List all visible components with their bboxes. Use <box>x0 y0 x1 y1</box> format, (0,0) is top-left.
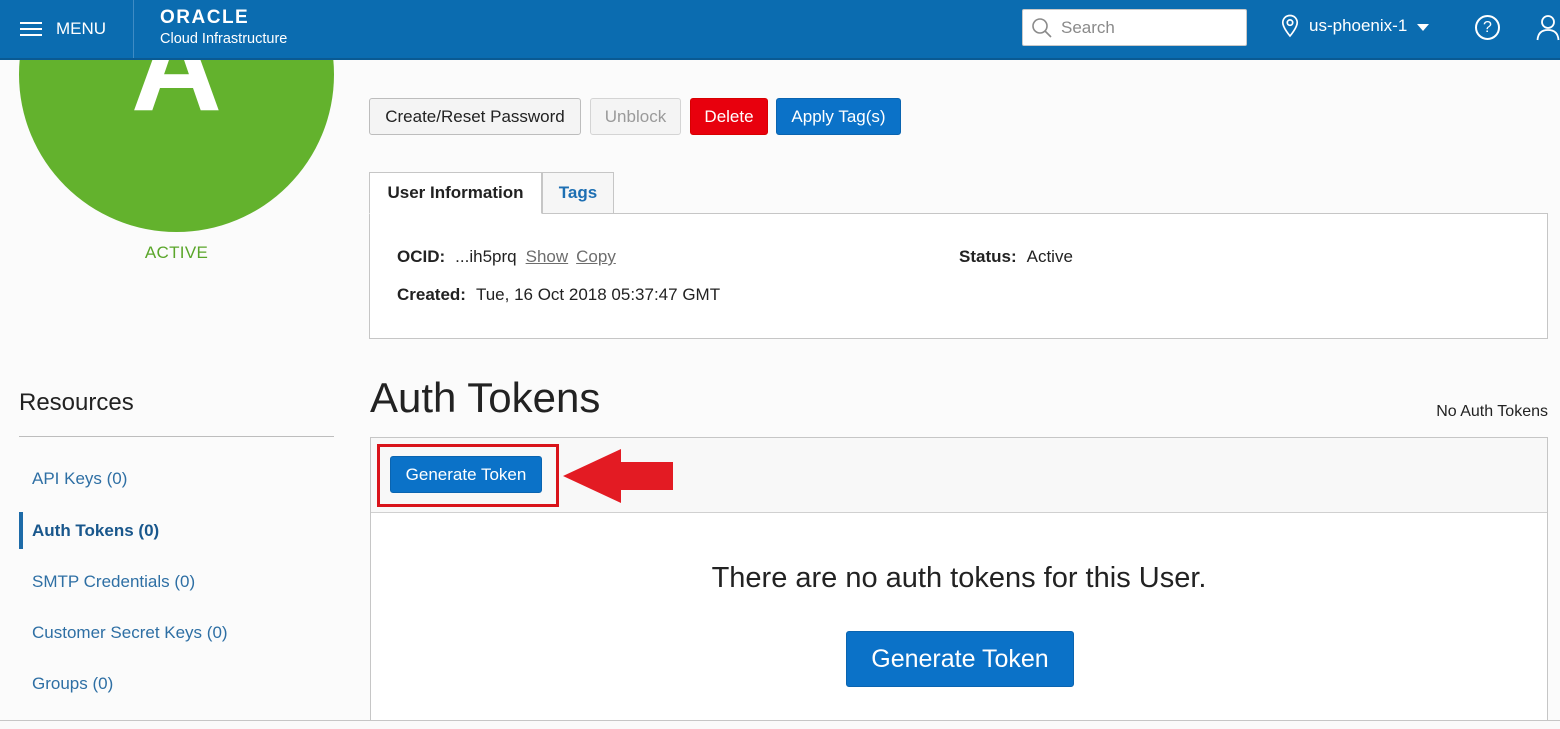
status-label: Status: <box>959 247 1017 266</box>
resources-divider <box>19 436 334 437</box>
resource-link-api-keys[interactable]: API Keys (0) <box>19 460 334 497</box>
generate-token-large-button[interactable]: Generate Token <box>846 631 1074 687</box>
auth-tokens-panel: Generate Token There are no auth tokens … <box>370 437 1548 729</box>
annotation-arrow-icon <box>563 449 673 503</box>
show-ocid-link[interactable]: Show <box>526 247 569 266</box>
help-icon[interactable]: ? <box>1475 15 1500 40</box>
search-input[interactable] <box>1061 17 1231 38</box>
brand-name: ORACLE <box>160 7 250 28</box>
tab-tags[interactable]: Tags <box>542 172 614 214</box>
auth-tokens-heading: Auth Tokens <box>370 374 601 421</box>
ocid-value: ...ih5prq <box>455 247 517 266</box>
footer-strip <box>0 721 1560 729</box>
user-status-label: ACTIVE <box>144 243 209 262</box>
generate-token-button[interactable]: Generate Token <box>390 456 542 493</box>
unblock-button[interactable]: Unblock <box>590 98 681 135</box>
status-row: Status: Active <box>959 247 1073 267</box>
copy-ocid-link[interactable]: Copy <box>576 247 616 266</box>
resource-link-customer-secret-keys[interactable]: Customer Secret Keys (0) <box>19 614 334 651</box>
ocid-row: OCID: ...ih5prq Show Copy <box>397 247 616 267</box>
apply-tags-button[interactable]: Apply Tag(s) <box>776 98 901 135</box>
menu-label: MENU <box>56 19 107 38</box>
region-label: us-phoenix-1 <box>1309 16 1408 35</box>
resource-link-smtp-credentials[interactable]: SMTP Credentials (0) <box>19 563 334 600</box>
user-information-panel: OCID: ...ih5prq Show Copy Created: Tue, 16 O… <box>369 213 1548 339</box>
hamburger-icon <box>20 21 42 37</box>
brand-subtitle: Cloud Infrastructure <box>160 31 288 47</box>
search-icon <box>1032 17 1052 38</box>
chevron-down-icon <box>1417 23 1430 31</box>
ocid-label: OCID: <box>397 247 446 266</box>
resources-heading: Resources <box>19 389 134 416</box>
oracle-logo[interactable]: ORACLE Cloud Infrastructure <box>160 8 287 48</box>
resource-link-groups[interactable]: Groups (0) <box>19 665 334 702</box>
created-row: Created: Tue, 16 Oct 2018 05:37:47 GMT <box>397 285 720 305</box>
status-value: Active <box>1026 247 1073 266</box>
delete-button[interactable]: Delete <box>690 98 768 135</box>
top-navigation-bar: MENU ORACLE Cloud Infrastructure us-phoe… <box>0 0 1560 60</box>
resource-link-auth-tokens[interactable]: Auth Tokens (0) <box>19 512 334 549</box>
empty-state-message: There are no auth tokens for this User. <box>711 562 1207 594</box>
create-reset-password-button[interactable]: Create/Reset Password <box>369 98 581 135</box>
auth-tokens-count: No Auth Tokens <box>1436 403 1548 420</box>
search-box[interactable] <box>1022 9 1247 46</box>
user-profile-icon[interactable] <box>1536 14 1560 42</box>
created-label: Created: <box>397 285 466 304</box>
tab-user-information[interactable]: User Information <box>369 172 542 214</box>
location-pin-icon <box>1281 14 1299 38</box>
auth-tokens-toolbar: Generate Token <box>371 438 1547 513</box>
created-value: Tue, 16 Oct 2018 05:37:47 GMT <box>475 285 721 304</box>
region-selector[interactable]: us-phoenix-1 <box>1281 14 1430 38</box>
menu-button[interactable]: MENU <box>0 0 134 58</box>
